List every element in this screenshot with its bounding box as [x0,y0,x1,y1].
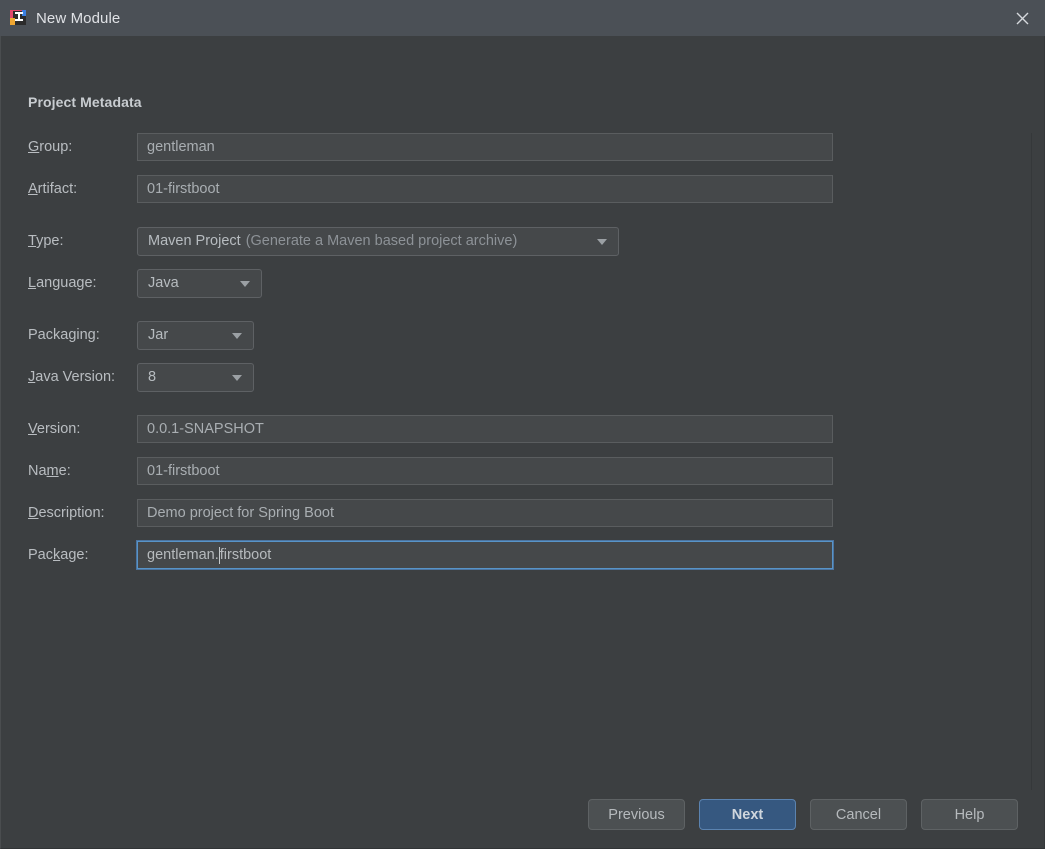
language-value: Java [148,275,179,291]
next-button[interactable]: Next [699,799,796,830]
type-label: Type: [28,233,137,249]
java-version-label: Java Version: [28,369,137,385]
package-input-value-before-caret: gentleman. [147,547,219,563]
package-input-value-after-caret: firstboot [220,547,272,563]
field-row-name: Name: 01-firstboot [28,457,833,485]
cancel-button[interactable]: Cancel [810,799,907,830]
field-row-package: Package: gentleman.firstboot [28,541,833,569]
new-module-dialog: New Module Project Metadata Group: gentl… [0,0,1045,849]
name-input[interactable]: 01-firstboot [137,457,833,485]
packaging-label: Packaging: [28,327,137,343]
artifact-label: Artifact: [28,181,137,197]
name-label: Name: [28,463,137,479]
type-value-description: (Generate a Maven based project archive) [246,233,518,249]
name-input-value: 01-firstboot [147,463,220,479]
group-input-value: gentleman [147,139,215,155]
close-icon[interactable] [999,0,1045,36]
field-row-type: Type: Maven Project (Generate a Maven ba… [28,227,619,255]
package-label: Package: [28,547,137,563]
packaging-value: Jar [148,327,168,343]
field-row-language: Language: Java [28,269,262,297]
group-label: Group: [28,139,137,155]
previous-button[interactable]: Previous [588,799,685,830]
chevron-down-icon [232,333,242,339]
field-row-description: Description: Demo project for Spring Boo… [28,499,833,527]
field-row-group: Group: gentleman [28,133,833,161]
language-label: Language: [28,275,137,291]
type-value-main: Maven Project [148,233,241,249]
field-row-artifact: Artifact: 01-firstboot [28,175,833,203]
project-metadata-form: Group: gentleman Artifact: 01-firstboot … [1,36,1044,848]
intellij-idea-logo-icon [9,9,27,27]
package-input[interactable]: gentleman.firstboot [137,541,833,569]
artifact-input[interactable]: 01-firstboot [137,175,833,203]
group-input[interactable]: gentleman [137,133,833,161]
artifact-input-value: 01-firstboot [147,181,220,197]
vertical-scrollbar[interactable] [1031,133,1032,790]
version-input-value: 0.0.1-SNAPSHOT [147,421,264,437]
field-row-java-version: Java Version: 8 [28,363,254,391]
java-version-value: 8 [148,369,156,385]
chevron-down-icon [240,281,250,287]
help-button[interactable]: Help [921,799,1018,830]
type-combobox[interactable]: Maven Project (Generate a Maven based pr… [137,227,619,256]
dialog-content: Project Metadata Group: gentleman Artifa… [0,36,1045,849]
version-input[interactable]: 0.0.1-SNAPSHOT [137,415,833,443]
packaging-combobox[interactable]: Jar [137,321,254,350]
description-input[interactable]: Demo project for Spring Boot [137,499,833,527]
dialog-titlebar: New Module [0,0,1045,36]
field-row-version: Version: 0.0.1-SNAPSHOT [28,415,833,443]
language-combobox[interactable]: Java [137,269,262,298]
dialog-button-bar: Previous Next Cancel Help [588,799,1018,830]
version-label: Version: [28,421,137,437]
description-label: Description: [28,505,137,521]
description-input-value: Demo project for Spring Boot [147,505,334,521]
java-version-combobox[interactable]: 8 [137,363,254,392]
chevron-down-icon [597,239,607,245]
dialog-title: New Module [36,10,120,27]
chevron-down-icon [232,375,242,381]
field-row-packaging: Packaging: Jar [28,321,254,349]
